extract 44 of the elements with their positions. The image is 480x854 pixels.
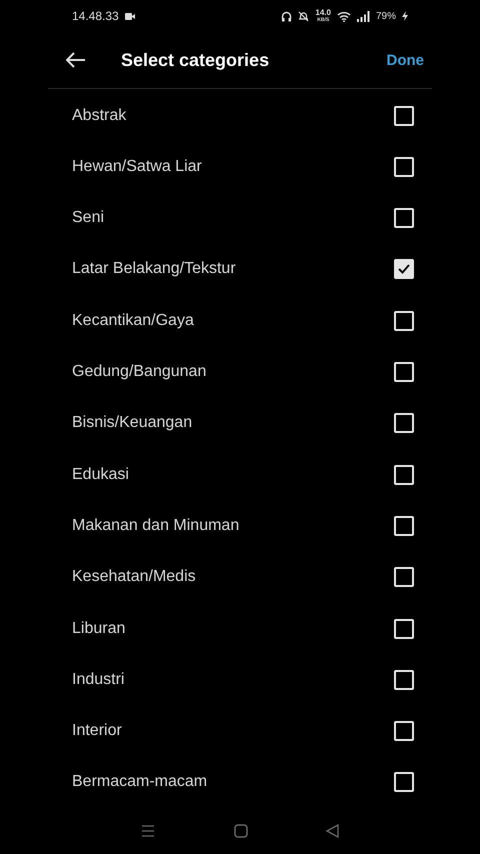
- category-label: Makanan dan Minuman: [72, 516, 240, 535]
- headphones-icon: [281, 10, 292, 22]
- category-label: Kecantikan/Gaya: [72, 312, 195, 330]
- checkbox[interactable]: [394, 567, 414, 588]
- signal-icon: [356, 10, 370, 22]
- category-label: Industri: [72, 670, 126, 689]
- done-button[interactable]: Done: [386, 52, 424, 69]
- menu-icon[interactable]: [141, 825, 155, 838]
- category-label: Seni: [72, 209, 106, 228]
- category-label: Liburan: [72, 620, 126, 638]
- category-label: Hewan/Satwa Liar: [72, 158, 203, 176]
- battery-percent: 79%: [376, 10, 396, 22]
- checkbox[interactable]: [394, 259, 414, 280]
- checkbox[interactable]: [394, 721, 414, 742]
- home-icon[interactable]: [234, 824, 248, 838]
- checkbox[interactable]: [394, 362, 414, 382]
- category-label: Interior: [72, 722, 123, 740]
- checkbox[interactable]: [394, 208, 414, 228]
- category-label: Bisnis/Keuangan: [72, 414, 194, 432]
- checkbox[interactable]: [394, 464, 414, 485]
- status-time: 14.48.33: [72, 9, 119, 24]
- checkbox[interactable]: [394, 106, 414, 126]
- checkbox[interactable]: [394, 516, 414, 536]
- checkbox[interactable]: [394, 772, 414, 792]
- camera-icon: [124, 12, 135, 20]
- category-label: Abstrak: [72, 106, 128, 125]
- bell-off-icon: [298, 10, 310, 22]
- page-title: Select categories: [121, 50, 270, 71]
- checkbox[interactable]: [394, 310, 414, 331]
- checkmark-icon: [398, 264, 410, 274]
- category-label: Edukasi: [72, 466, 130, 484]
- checkbox[interactable]: [394, 618, 414, 639]
- category-label: Gedung/Bangunan: [72, 363, 208, 382]
- checkbox[interactable]: [394, 670, 414, 690]
- category-label: Bermacam-macam: [72, 773, 208, 792]
- category-label: Latar Belakang/Tekstur: [72, 260, 237, 278]
- wifi-icon: [336, 10, 351, 22]
- category-label: Kesehatan/Medis: [72, 568, 197, 586]
- checkbox[interactable]: [394, 156, 414, 177]
- back-button[interactable]: [66, 52, 86, 68]
- charging-icon: [402, 11, 408, 22]
- back-icon[interactable]: [326, 824, 339, 838]
- network-speed: 14.0: [315, 9, 331, 18]
- checkbox[interactable]: [394, 413, 414, 434]
